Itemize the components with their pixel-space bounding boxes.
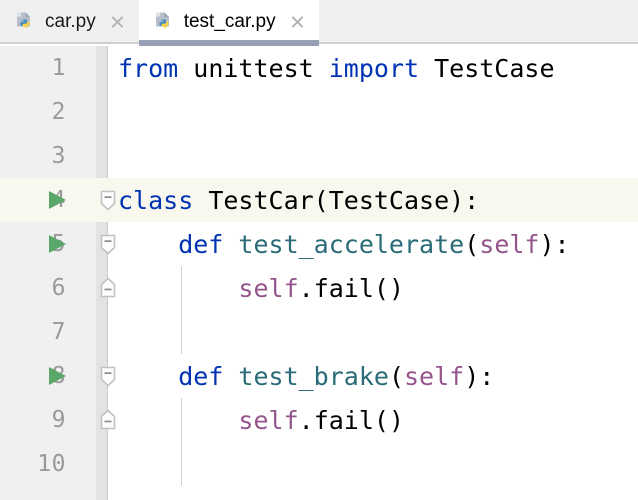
code-token-self: self	[479, 229, 540, 259]
code-token-plain: TestCase	[434, 53, 555, 83]
fold-collapse-icon[interactable]	[98, 233, 118, 256]
fold-collapse-icon[interactable]	[98, 189, 118, 212]
close-icon[interactable]	[289, 14, 306, 31]
python-file-icon	[17, 12, 30, 29]
code-token-plain: .fail()	[298, 273, 404, 303]
line-number: 6	[51, 275, 66, 301]
code-token-keyword: def	[118, 361, 239, 391]
editor-line[interactable]: 1 from unittest import TestCase	[0, 46, 638, 90]
editor-line[interactable]: 7	[0, 310, 638, 354]
editor-tab-label: car.py	[45, 11, 96, 32]
close-icon[interactable]	[109, 14, 126, 31]
run-test-arrow-icon[interactable]	[49, 191, 66, 209]
code-token-plain: (	[464, 229, 480, 259]
code-token-keyword: from	[118, 53, 194, 83]
code-line-text: self .fail()	[118, 398, 404, 442]
code-token-plain: TestCar(TestCase):	[208, 185, 480, 215]
editor-line[interactable]: 3	[0, 134, 638, 178]
editor-line[interactable]: 4 class TestCar(TestCase):	[0, 178, 638, 222]
fold-collapse-icon[interactable]	[98, 365, 118, 388]
code-token-self: self	[404, 361, 465, 391]
code-line-text: self .fail()	[118, 266, 404, 310]
editor-tab-label: test_car.py	[183, 11, 276, 32]
fold-region-end-icon[interactable]	[98, 408, 118, 431]
run-test-arrow-icon[interactable]	[49, 235, 66, 253]
code-token-self: self	[238, 273, 299, 303]
editor-line[interactable]: 2	[0, 90, 638, 134]
line-number: 3	[51, 143, 66, 169]
code-token-plain: unittest	[193, 53, 329, 83]
code-line-text: from unittest import TestCase	[118, 46, 555, 90]
python-file-icon	[155, 12, 169, 29]
line-number: 7	[51, 319, 66, 345]
indent-guide	[181, 442, 182, 486]
code-token-keyword: class	[118, 185, 209, 215]
code-editor[interactable]: 1 from unittest import TestCase 2 3 4 class T…	[0, 46, 638, 500]
line-number: 9	[51, 407, 66, 433]
indent-guide	[181, 310, 182, 354]
editor-line[interactable]: 6 self .fail()	[0, 266, 638, 310]
editor-window: car.py test_car.py 1 from unittest import…	[0, 0, 638, 500]
editor-line[interactable]: 8 def test_brake(self):	[0, 354, 638, 398]
code-line-text: class TestCar(TestCase):	[118, 178, 479, 222]
line-number: 1	[51, 55, 66, 81]
code-token-plain: .fail()	[298, 405, 404, 435]
line-number: 10	[37, 451, 66, 477]
editor-line[interactable]: 9 self .fail()	[0, 398, 638, 442]
code-token-function: test_accelerate	[238, 229, 465, 259]
code-line-text: def test_accelerate(self):	[118, 222, 570, 266]
code-token-keyword: def	[118, 229, 239, 259]
editor-line[interactable]: 5 def test_accelerate(self):	[0, 222, 638, 266]
fold-region-end-icon[interactable]	[98, 276, 118, 299]
code-line-text: def test_brake(self):	[118, 354, 494, 398]
run-test-arrow-icon[interactable]	[49, 367, 66, 385]
code-token-self: self	[238, 405, 299, 435]
code-token-plain: ):	[539, 229, 570, 259]
editor-tab-test-car-py[interactable]: test_car.py	[138, 0, 319, 46]
code-token-keyword: import	[328, 53, 435, 83]
editor-tab-bar: car.py test_car.py	[0, 0, 638, 46]
editor-tab-car-py[interactable]: car.py	[0, 0, 139, 44]
line-number: 2	[51, 99, 66, 125]
editor-line[interactable]: 10	[0, 442, 638, 486]
code-token-function: test_brake	[238, 361, 389, 391]
code-token-plain: (	[388, 361, 404, 391]
code-token-plain: ):	[464, 361, 495, 391]
